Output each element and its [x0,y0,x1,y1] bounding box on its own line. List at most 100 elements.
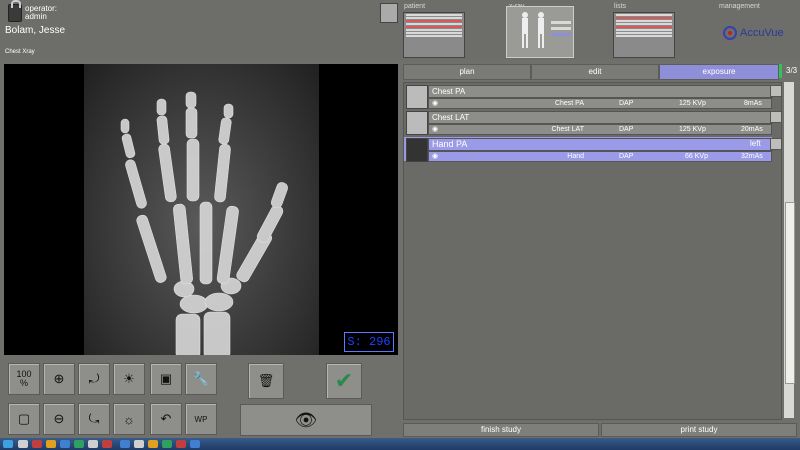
view-eye-icon[interactable]: ◉ [432,152,438,161]
top-bar: operator: admin Bolam, Jesse Chest Xray … [0,0,800,60]
taskbar-app-icon[interactable] [120,440,130,448]
brightness-down-button[interactable]: ☼ [113,403,145,435]
zoom-100-button[interactable]: 100 % [8,363,40,395]
brightness-down-icon: ☼ [123,411,135,427]
zoom-out-icon: ⊖ [53,411,65,426]
body-figure-icon [522,12,571,48]
view-eye-icon[interactable]: ◉ [432,125,438,134]
hand-xray-image [84,64,319,355]
zoom-in-button[interactable]: ⊕ [43,363,75,395]
chest-lat-thumbnail [406,111,428,135]
settings-button[interactable]: 🔧 [185,363,217,395]
nav-patient-label: patient [404,3,426,10]
accuvue-logo: AccuVue [722,24,792,44]
study-detail: ◉ Chest LAT DAP 125 KVp 20mAs [428,124,772,135]
nav-lists-thumb[interactable] [613,12,675,58]
list-scrollbar[interactable] [784,82,795,418]
accept-image-button[interactable]: ✔ [326,363,362,399]
list-item-selected[interactable]: Hand PA left ◉ Hand DAP 66 KVp 32mAs [404,137,782,162]
mas-value: 20mAs [741,126,763,133]
mas-value: 8mAs [744,100,762,107]
nav-lists-label: lists [614,3,627,10]
dose-type: DAP [619,153,634,160]
edit-icon[interactable] [770,111,782,123]
undo-icon: ↶ [160,411,172,426]
edit-icon[interactable] [770,85,782,97]
taskbar-app-icon[interactable] [134,440,144,448]
chest-pa-thumbnail [406,85,428,109]
dose-type: DAP [619,100,634,107]
delete-image-button[interactable]: 🗑 [248,363,284,399]
print-study-label: print study [680,425,718,434]
operator-name: admin [25,12,47,21]
study-title: Chest LAT [428,111,773,124]
taskbar-app-icon[interactable] [46,440,56,448]
taskbar-app-icon[interactable] [74,440,84,448]
study-side: left [750,139,761,148]
show-image-button[interactable]: 👁 [240,404,372,436]
print-study-button[interactable]: print study [601,423,797,437]
view-eye-icon[interactable]: ◉ [432,99,438,108]
exam-title: Chest Xray [5,49,35,55]
kvp-value: 125 KVp [679,126,706,133]
exposure-list: Chest PA ◉ Chest PA DAP 125 KVp 8mAs Che… [403,82,782,420]
list-item[interactable]: Chest PA ◉ Chest PA DAP 125 KVp 8mAs [404,84,782,109]
brightness-up-button[interactable]: ☀ [113,363,145,395]
system-clock[interactable] [750,440,790,448]
rotate-ccw-icon: ⤿ [88,411,100,426]
dose-type: DAP [619,126,634,133]
tab-edit[interactable]: edit [531,64,659,80]
study-name: Hand [567,153,584,160]
patient-silhouette-icon[interactable] [380,3,398,23]
trash-icon: 🗑 [257,373,275,388]
study-detail: ◉ Hand DAP 66 KVp 32mAs [428,151,772,162]
study-title: Chest PA [428,85,773,98]
list-item[interactable]: Chest LAT ◉ Chest LAT DAP 125 KVp 20mAs [404,110,782,135]
fit-screen-button[interactable]: ▢ [8,403,40,435]
finish-study-button[interactable]: finish study [403,423,599,437]
study-detail: ◉ Chest PA DAP 125 KVp 8mAs [428,98,772,109]
taskbar-app-icon[interactable] [88,440,98,448]
monitor-icon: ▢ [17,411,31,426]
kvp-value: 66 KVp [685,153,708,160]
taskbar-app-icon[interactable] [18,440,28,448]
taskbar-app-icon[interactable] [162,440,172,448]
wp-label: WP [194,414,208,424]
taskbar-app-icon[interactable] [148,440,158,448]
taskbar-app-icon[interactable] [32,440,42,448]
s-value-readout: S: 296 [344,332,394,352]
mas-value: 32mAs [741,153,763,160]
wrench-icon: 🔧 [192,371,210,386]
tab-exposure[interactable]: exposure [659,64,779,80]
lock-icon[interactable] [8,0,22,22]
study-name: Chest PA [554,100,584,107]
zoom-out-button[interactable]: ⊖ [43,403,75,435]
measure-button[interactable]: ▣ [150,363,182,395]
xray-viewport[interactable]: S: 296 [4,64,398,355]
hand-bones-drawing [120,91,288,355]
patient-name: Bolam, Jesse [5,25,66,36]
logo-text: AccuVue [740,27,784,39]
rotate-minus-90-button[interactable]: ⤿ [78,403,110,435]
taskbar-app-icon[interactable] [102,440,112,448]
zoom-in-icon: ⊕ [53,371,65,386]
hand-pa-thumbnail [406,138,428,162]
exposure-counter: 3/3 [786,66,798,75]
rotate-90-button[interactable]: ⤾ [78,363,110,395]
undo-button[interactable]: ↶ [150,403,182,435]
study-title: Hand PA [428,138,773,151]
wp-button[interactable]: WP [185,403,217,435]
start-button-icon[interactable] [3,440,13,448]
taskbar-app-icon[interactable] [60,440,70,448]
nav-xray-thumb[interactable] [506,6,574,58]
tab-plan[interactable]: plan [403,64,531,80]
rotate-icon: ⤾ [88,371,100,386]
scrollbar-thumb[interactable] [785,202,795,384]
nav-patient-thumb[interactable] [403,12,465,58]
nav-management-label: management [719,3,760,10]
edit-icon[interactable] [770,138,782,150]
taskbar-app-icon[interactable] [190,440,200,448]
taskbar-app-icon[interactable] [176,440,186,448]
brightness-up-icon: ☀ [123,371,135,386]
study-name: Chest LAT [551,126,584,133]
